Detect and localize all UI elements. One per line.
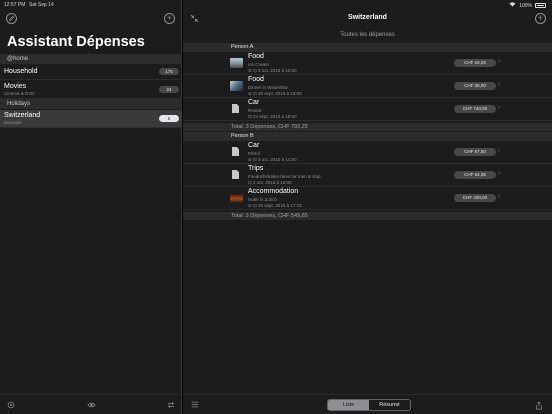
- status-date: Sat Sep 14: [29, 2, 54, 8]
- sidebar-item-movies[interactable]: Movies Cinema & DVD 24: [0, 80, 182, 99]
- expense-row[interactable]: Car Petrol ⊘ ⊡ 3 oct. 2015 à 14:00 CHF 6…: [183, 141, 552, 164]
- expense-title: Food: [248, 53, 264, 60]
- expense-date: ⊘ ⊡ 3 oct. 2015 à 14:00: [248, 156, 297, 162]
- sidebar-toolbar: [0, 394, 182, 414]
- battery-icon: [535, 3, 546, 8]
- amount-badge: CHF 52,35: [454, 171, 496, 179]
- document-icon: [230, 147, 243, 157]
- chevron-right-icon: ›: [498, 104, 501, 111]
- expense-date: ⊘ ⊡ 26 sept. 2015 à 19:00: [248, 90, 302, 96]
- filter-lines-icon[interactable]: [191, 401, 199, 410]
- expense-thumbnail: [230, 193, 243, 203]
- expense-row[interactable]: Car Rental ⊡ 24 sept. 2015 à 18:00 CHF 7…: [183, 98, 552, 121]
- sidebar-item-sub: Cinema & DVD: [4, 91, 35, 96]
- eye-icon[interactable]: [87, 401, 96, 410]
- count-badge: 175: [159, 68, 179, 75]
- sidebar-item-label: Switzerland: [4, 112, 41, 119]
- plus-circle-icon[interactable]: +: [535, 13, 546, 24]
- document-icon: [230, 104, 243, 114]
- expense-date: ⊡ 2 oct. 2015 à 16:00: [248, 179, 292, 185]
- tab-list[interactable]: Liste: [328, 400, 369, 410]
- expense-date: ⊘ ⊡ 26 sept. 2015 à 17:15: [248, 202, 302, 208]
- expense-title: Car: [248, 142, 260, 149]
- expense-thumbnail: [230, 58, 243, 68]
- count-badge: 6: [159, 115, 179, 122]
- sidebar-item-sub: Example: [4, 120, 22, 125]
- amount-badge: CHF 740,00: [454, 105, 496, 113]
- expense-title: Accommodation: [248, 188, 299, 195]
- sidebar: + Assistant Dépenses @home Household 175…: [0, 0, 182, 414]
- group-header-home: @home: [0, 54, 182, 64]
- chevron-right-icon: ›: [498, 170, 501, 177]
- section-header-person-b: Person B: [183, 132, 552, 141]
- amount-badge: CHF 67,50: [454, 148, 496, 156]
- expense-title: Trips: [248, 165, 264, 172]
- expense-description: Dinner in Winterthur: [248, 85, 289, 90]
- main-toolbar: Liste Résumé: [183, 394, 552, 414]
- app-title: Assistant Dépenses: [7, 34, 145, 50]
- status-bar: 12:57 PM Sat Sep 14 100%: [0, 0, 552, 9]
- expense-row[interactable]: Food Dinner in Winterthur ⊘ ⊡ 26 sept. 2…: [183, 75, 552, 98]
- expense-description: Hotel in Zurich: [248, 197, 278, 202]
- chevron-right-icon: ›: [498, 147, 501, 154]
- chevron-right-icon: ›: [498, 193, 501, 200]
- status-right: 100%: [509, 2, 546, 9]
- pencil-circle-icon[interactable]: [6, 13, 17, 24]
- page-title: Switzerland: [348, 14, 387, 21]
- chevron-right-icon: ›: [498, 58, 501, 65]
- view-segmented-control: Liste Résumé: [327, 399, 411, 411]
- document-icon: [230, 170, 243, 180]
- expense-description: Friedrichshafen fares for train & ship: [248, 174, 321, 179]
- sidebar-item-switzerland[interactable]: Switzerland Example 6: [0, 110, 182, 128]
- wifi-icon: [509, 2, 516, 9]
- battery-percent: 100%: [519, 2, 532, 9]
- tab-summary[interactable]: Résumé: [369, 400, 410, 410]
- sidebar-item-label: Household: [4, 68, 38, 75]
- expense-thumbnail: [230, 81, 243, 91]
- expense-date: ⊘ ⊡ 3 oct. 2015 à 16:00: [248, 67, 297, 73]
- amount-badge: CHF 18,25: [454, 59, 496, 67]
- amount-badge: CHF 430,00: [454, 194, 496, 202]
- group-header-holidays: Holidays: [0, 99, 182, 109]
- section-total: Total: 3 Dépenses, CHF 549,85: [183, 212, 552, 220]
- plus-circle-icon[interactable]: +: [164, 13, 175, 24]
- section-header-person-a: Person A: [183, 43, 552, 52]
- expense-description: Ice Cream: [248, 62, 269, 67]
- status-time: 12:57 PM: [4, 2, 26, 8]
- sidebar-item-household[interactable]: Household 175: [0, 65, 182, 80]
- gear-icon[interactable]: [7, 401, 15, 411]
- main-panel: Switzerland + Toutes les dépenses Person…: [183, 0, 552, 414]
- expense-row[interactable]: Accommodation Hotel in Zurich ⊘ ⊡ 26 sep…: [183, 187, 552, 210]
- expense-description: Rental: [248, 108, 262, 113]
- share-icon[interactable]: [535, 401, 543, 412]
- sidebar-item-label: Movies: [4, 83, 27, 90]
- expense-title: Food: [248, 76, 264, 83]
- expense-title: Car: [248, 99, 260, 106]
- expense-row[interactable]: Food Ice Cream ⊘ ⊡ 3 oct. 2015 à 16:00 C…: [183, 52, 552, 75]
- chevron-right-icon: ›: [498, 81, 501, 88]
- section-total: Total: 3 Dépenses, CHF 793,25: [183, 123, 552, 131]
- expense-description: Petrol: [248, 151, 260, 156]
- count-badge: 24: [159, 86, 179, 93]
- expense-date: ⊡ 24 sept. 2015 à 18:00: [248, 113, 297, 119]
- amount-badge: CHF 35,00: [454, 82, 496, 90]
- repeat-icon[interactable]: [167, 401, 175, 411]
- filter-label[interactable]: Toutes les dépenses: [183, 32, 552, 38]
- expense-row[interactable]: Trips Friedrichshafen fares for train & …: [183, 164, 552, 187]
